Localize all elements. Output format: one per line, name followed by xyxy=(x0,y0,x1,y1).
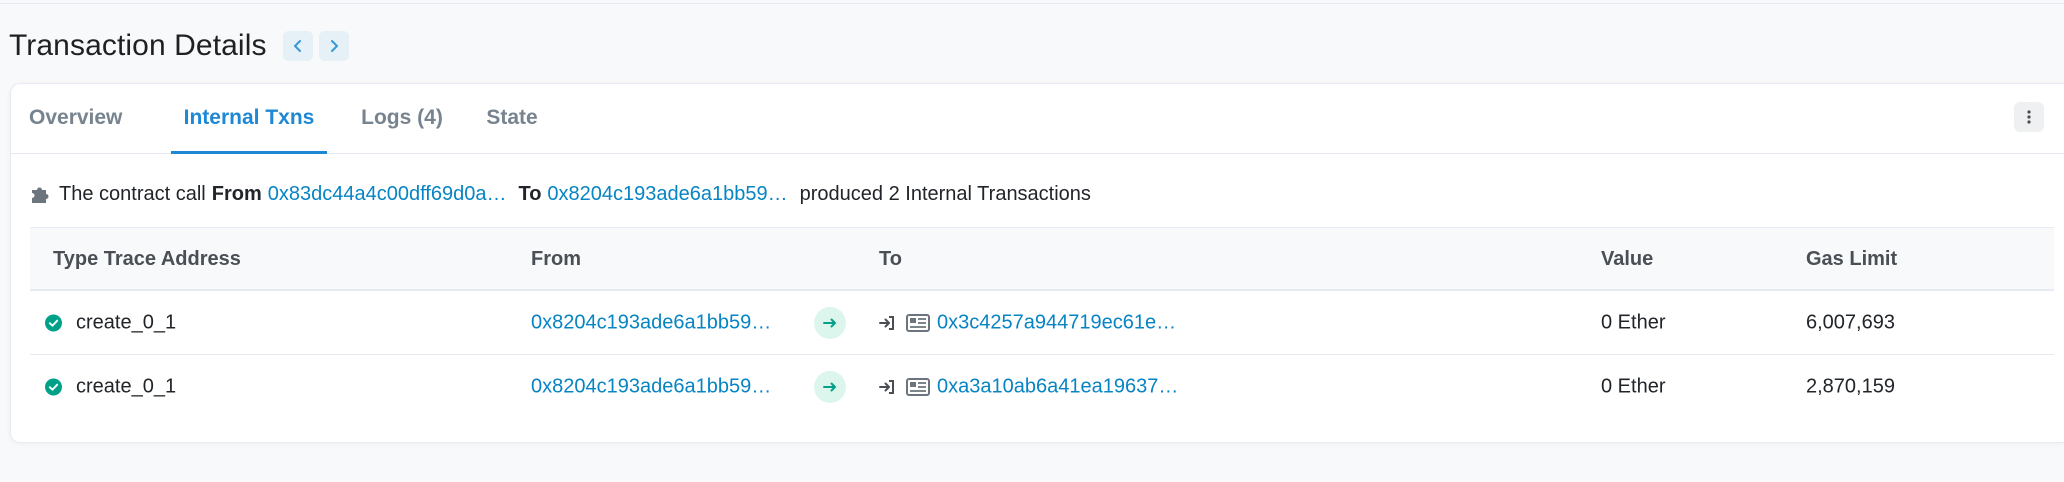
to-address[interactable]: 0xa3a10ab6a41ea19637… xyxy=(937,376,1178,399)
page-title: Transaction Details xyxy=(9,29,267,62)
check-circle-icon xyxy=(45,378,62,396)
table-row: create_0_1 0x8204c193ade6a1bb59… 0x3c425… xyxy=(30,291,2054,355)
contract-icon xyxy=(906,378,930,396)
prev-transaction-button[interactable] xyxy=(282,31,313,61)
header-to: To xyxy=(879,248,902,270)
summary-from-label: From xyxy=(211,182,262,205)
from-address[interactable]: 0x8204c193ade6a1bb59… xyxy=(531,311,771,334)
header-type-trace: Type Trace Address xyxy=(53,248,241,270)
internal-txn-summary: The contract call From 0x83dc44a4c00dff6… xyxy=(29,179,1091,209)
summary-from-address[interactable]: 0x83dc44a4c00dff69d0a… xyxy=(268,183,507,206)
table-row: create_0_1 0x8204c193ade6a1bb59… 0xa3a10… xyxy=(30,355,2054,419)
header-gas-limit: Gas Limit xyxy=(1806,248,1898,270)
value-cell: 0 Ether xyxy=(1601,311,1666,333)
header-from: From xyxy=(531,248,581,270)
value-cell: 0 Ether xyxy=(1601,375,1666,398)
check-circle-icon xyxy=(45,314,62,331)
tab-overview[interactable]: Overview xyxy=(29,84,122,154)
table-header: Type Trace Address From To Value Gas Lim… xyxy=(30,227,2054,291)
internal-txns-table: Type Trace Address From To Value Gas Lim… xyxy=(30,227,2054,419)
sign-in-icon xyxy=(879,380,894,394)
sign-in-icon xyxy=(879,315,894,330)
tab-bar: Overview Internal Txns Logs (4) State xyxy=(11,84,2064,154)
summary-to-address[interactable]: 0x8204c193ade6a1bb59… xyxy=(547,183,787,206)
arrow-right-icon xyxy=(823,382,836,392)
more-options-button[interactable] xyxy=(2014,102,2044,132)
summary-prefix: The contract call xyxy=(59,182,206,205)
more-vertical-icon xyxy=(2027,110,2031,124)
contract-icon xyxy=(906,313,930,332)
from-address[interactable]: 0x8204c193ade6a1bb59… xyxy=(531,376,771,399)
header-value: Value xyxy=(1601,248,1654,270)
puzzle-icon xyxy=(32,187,49,203)
to-address[interactable]: 0x3c4257a944719ec61e… xyxy=(937,311,1176,334)
gas-limit-cell: 2,870,159 xyxy=(1806,375,1895,398)
gas-limit-cell: 6,007,693 xyxy=(1806,311,1895,333)
tab-state[interactable]: State xyxy=(477,84,547,154)
summary-to-label: To xyxy=(518,182,542,205)
arrow-right-icon xyxy=(823,318,836,327)
next-transaction-button[interactable] xyxy=(318,31,349,61)
summary-suffix: produced 2 Internal Transactions xyxy=(799,182,1091,205)
tab-internal-txns[interactable]: Internal Txns xyxy=(171,84,327,154)
trace-type: create_0_1 xyxy=(76,311,177,333)
trace-type: create_0_1 xyxy=(76,375,177,398)
chevron-right-icon xyxy=(330,40,338,52)
page-header: Transaction Details xyxy=(9,26,349,66)
tab-logs[interactable]: Logs (4) xyxy=(347,84,457,154)
chevron-left-icon xyxy=(293,40,301,52)
transaction-card: Overview Internal Txns Logs (4) State Th… xyxy=(10,83,2064,443)
direction-arrow xyxy=(814,306,846,339)
top-border xyxy=(0,0,2064,4)
direction-arrow xyxy=(814,371,846,403)
